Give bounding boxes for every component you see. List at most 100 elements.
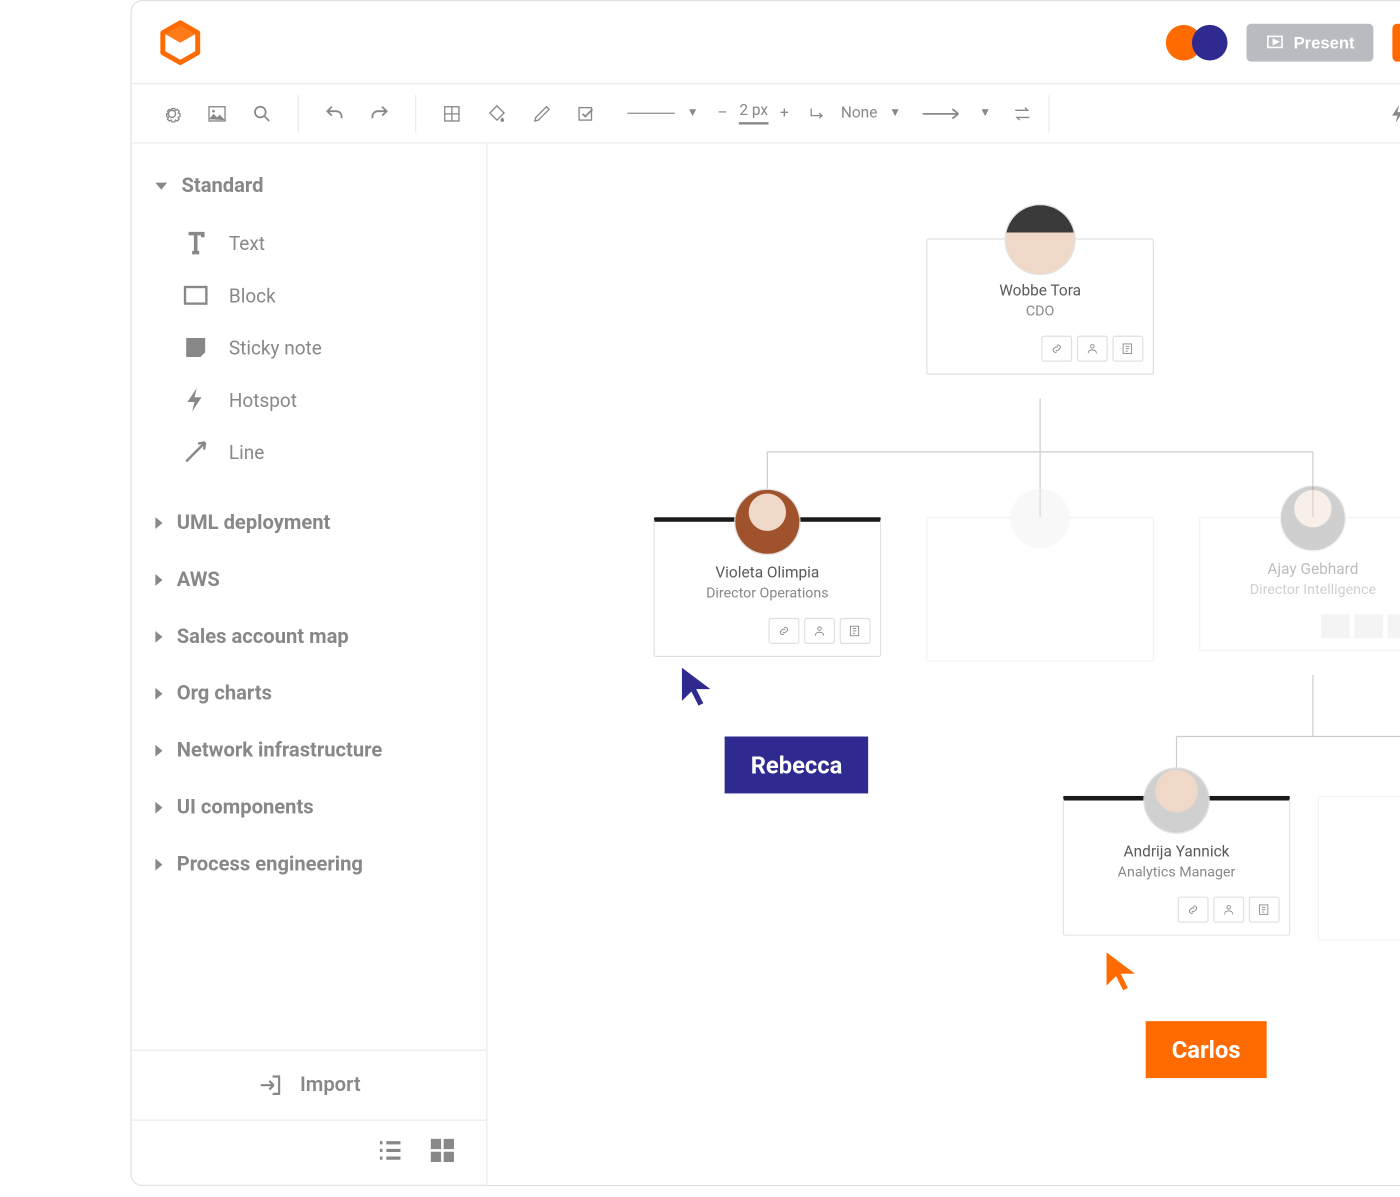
person-action[interactable] [1213,897,1244,923]
library-orgcharts[interactable]: Org charts [155,665,462,722]
stroke-increase[interactable]: + [780,104,789,122]
link-action[interactable] [1178,897,1209,923]
node-title: Director Intelligence [1210,581,1400,598]
link-icon [1186,903,1200,917]
redo-button[interactable] [358,92,401,135]
shape-hotspot[interactable]: Hotspot [181,374,462,426]
shape-label: Sticky note [229,336,322,359]
node-name: Wobbe Tora [937,282,1143,300]
shape-label: Text [229,232,265,255]
connector-style-picker[interactable]: None ▼ [798,103,910,124]
library-label: Org charts [177,682,272,706]
line-style-picker[interactable]: ▼ [627,107,698,120]
shape-text[interactable]: Text [181,217,462,269]
remote-cursor-carlos [1104,950,1137,993]
list-icon [375,1135,406,1166]
undo-button[interactable] [313,92,356,135]
avatar [1143,767,1209,833]
bolt-button[interactable] [1377,92,1400,135]
library-label: UML deployment [177,511,331,535]
node-name: Violeta Olimpia [664,565,870,583]
person-action[interactable] [1077,336,1108,362]
elbow-icon [808,103,829,124]
checklist-icon [576,103,597,124]
chevron-right-icon [155,631,162,643]
org-node[interactable]: Andrija Yannick Analytics Manager [1063,796,1291,936]
shape-panel: Standard Text Block Sticky note Hotspot [132,144,487,1050]
link-action[interactable] [769,618,800,644]
org-node-placeholder[interactable] [926,517,1154,662]
link-icon [1050,342,1064,356]
settings-button[interactable] [151,92,194,135]
edit-action[interactable] [840,618,871,644]
org-node[interactable]: Ajay Gebhard Director Intelligence [1199,517,1400,651]
chevron-right-icon [155,745,162,757]
library-ui[interactable]: UI components [155,779,462,836]
share-button[interactable]: Share [1392,23,1400,61]
avatar-placeholder [1010,489,1069,548]
search-icon [251,103,272,124]
edit-action[interactable] [1249,897,1280,923]
chevron-right-icon [155,802,162,814]
shape-block[interactable]: Block [181,269,462,321]
app-logo [155,17,205,67]
node-title: Analytics Manager [1073,863,1279,880]
library-label: Process engineering [177,853,363,877]
library-network[interactable]: Network infrastructure [155,722,462,779]
present-label: Present [1294,33,1355,52]
library-process[interactable]: Process engineering [155,836,462,893]
present-button[interactable]: Present [1246,23,1373,61]
stroke-width-value[interactable]: 2 px [739,102,768,125]
grid-view-icon [427,1135,458,1166]
fill-button[interactable] [476,92,519,135]
library-label: Sales account map [177,625,349,649]
swap-button[interactable] [1001,92,1044,135]
org-node-placeholder[interactable] [1318,796,1400,941]
sticky-icon [181,333,209,361]
play-icon [1265,33,1284,52]
gear-icon [161,103,182,124]
library-label: Network infrastructure [177,739,383,763]
actions-placeholder [1210,614,1400,638]
pen-icon [531,103,552,124]
org-node-root[interactable]: Wobbe Tora CDO [926,238,1154,374]
shape-label: Hotspot [229,388,297,411]
remote-cursor-rebecca [680,665,713,708]
library-sales[interactable]: Sales account map [155,608,462,665]
org-node[interactable]: Violeta Olimpia Director Operations [653,517,881,657]
list-view-button[interactable] [375,1135,406,1171]
import-button[interactable]: Import [132,1051,487,1120]
search-button[interactable] [241,92,284,135]
person-action[interactable] [804,618,835,644]
presence-dot [1192,24,1228,60]
edit-icon [1121,342,1135,356]
paint-bucket-icon [486,103,507,124]
avatar [1280,485,1346,551]
node-title: CDO [937,302,1143,319]
canvas[interactable]: Wobbe Tora CDO Violeta Olimpia Director … [487,144,1400,1185]
line-icon [181,438,209,466]
swap-icon [1011,103,1032,124]
import-label: Import [300,1073,361,1097]
checklist-button[interactable] [566,92,609,135]
person-icon [812,624,826,638]
shape-line[interactable]: Line [181,426,462,478]
library-aws[interactable]: AWS [155,551,462,608]
library-standard[interactable]: Standard [155,162,462,209]
grid-view-button[interactable] [427,1135,458,1171]
bolt-icon [1388,103,1400,124]
link-action[interactable] [1041,336,1072,362]
stroke-decrease[interactable]: – [717,104,727,122]
pen-button[interactable] [521,92,564,135]
edit-icon [848,624,862,638]
edit-action[interactable] [1112,336,1143,362]
library-uml[interactable]: UML deployment [155,495,462,552]
node-name: Andrija Yannick [1073,843,1279,861]
arrow-style-picker[interactable]: ▼ [910,106,1000,120]
cursor-label-rebecca: Rebecca [725,737,869,794]
redo-icon [369,103,390,124]
grid-button[interactable] [431,92,474,135]
shape-sticky[interactable]: Sticky note [181,321,462,373]
presence-indicators[interactable] [1166,24,1228,60]
image-button[interactable] [196,92,239,135]
